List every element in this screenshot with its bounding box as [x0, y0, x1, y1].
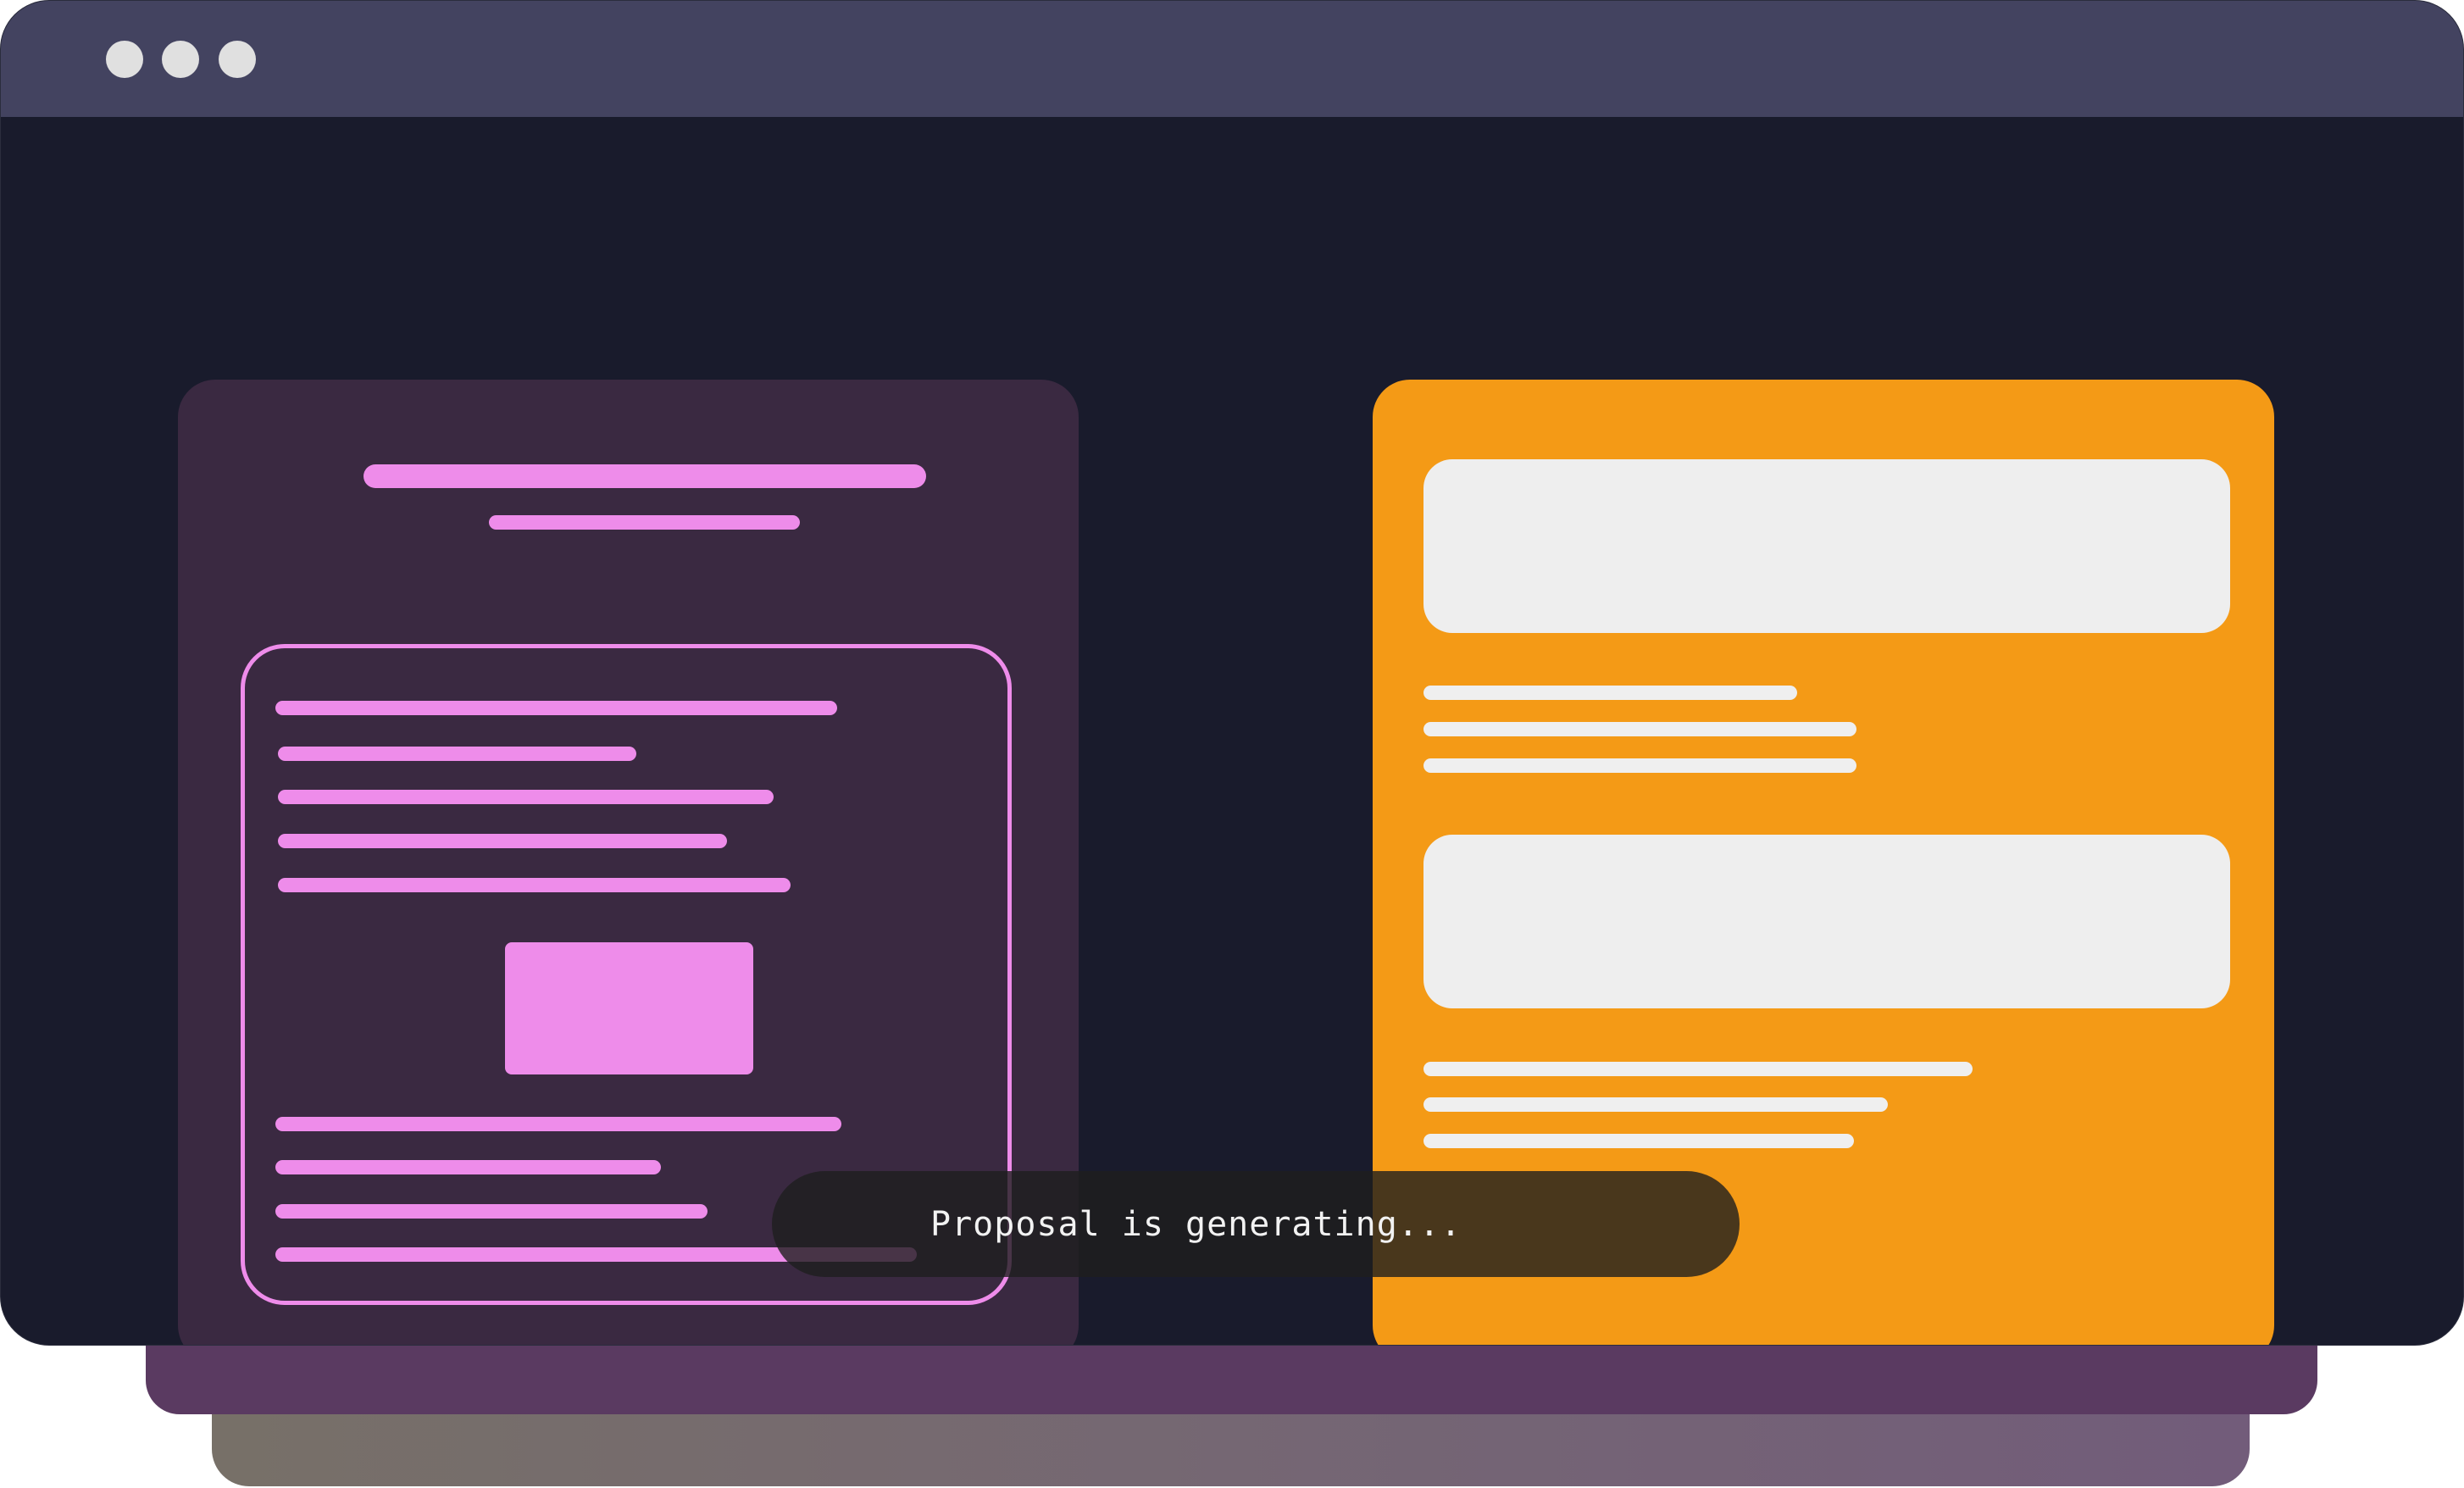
preview-text-line: [1423, 1134, 1854, 1148]
doc-text-line: [275, 1204, 708, 1219]
window-maximize-dot[interactable]: [219, 41, 256, 78]
doc-text-line: [275, 1117, 841, 1131]
preview-text-line: [1423, 686, 1797, 700]
doc-text-line: [275, 1160, 661, 1174]
doc-text-line: [278, 747, 636, 761]
preview-text-line: [1423, 722, 1856, 736]
doc-text-line: [275, 701, 837, 715]
doc-subtitle-line: [489, 515, 800, 530]
doc-image-placeholder: [505, 942, 753, 1074]
preview-text-line: [1423, 758, 1856, 773]
content-block: [1423, 835, 2230, 1008]
doc-text-line: [278, 834, 727, 848]
app-window: Proposal is generating...: [0, 0, 2464, 1346]
doc-text-line: [278, 790, 774, 804]
preview-text-line: [1423, 1062, 1973, 1076]
window-close-dot[interactable]: [106, 41, 143, 78]
generation-status-pill: Proposal is generating...: [772, 1171, 1740, 1277]
content-block: [1423, 459, 2230, 633]
doc-text-line: [278, 878, 791, 892]
window-minimize-dot[interactable]: [162, 41, 199, 78]
status-message: Proposal is generating...: [930, 1204, 1462, 1244]
doc-title-line: [363, 464, 926, 488]
preview-text-line: [1423, 1097, 1888, 1112]
window-titlebar: [1, 1, 2463, 117]
illustration-stage: Proposal is generating...: [0, 0, 2464, 1488]
